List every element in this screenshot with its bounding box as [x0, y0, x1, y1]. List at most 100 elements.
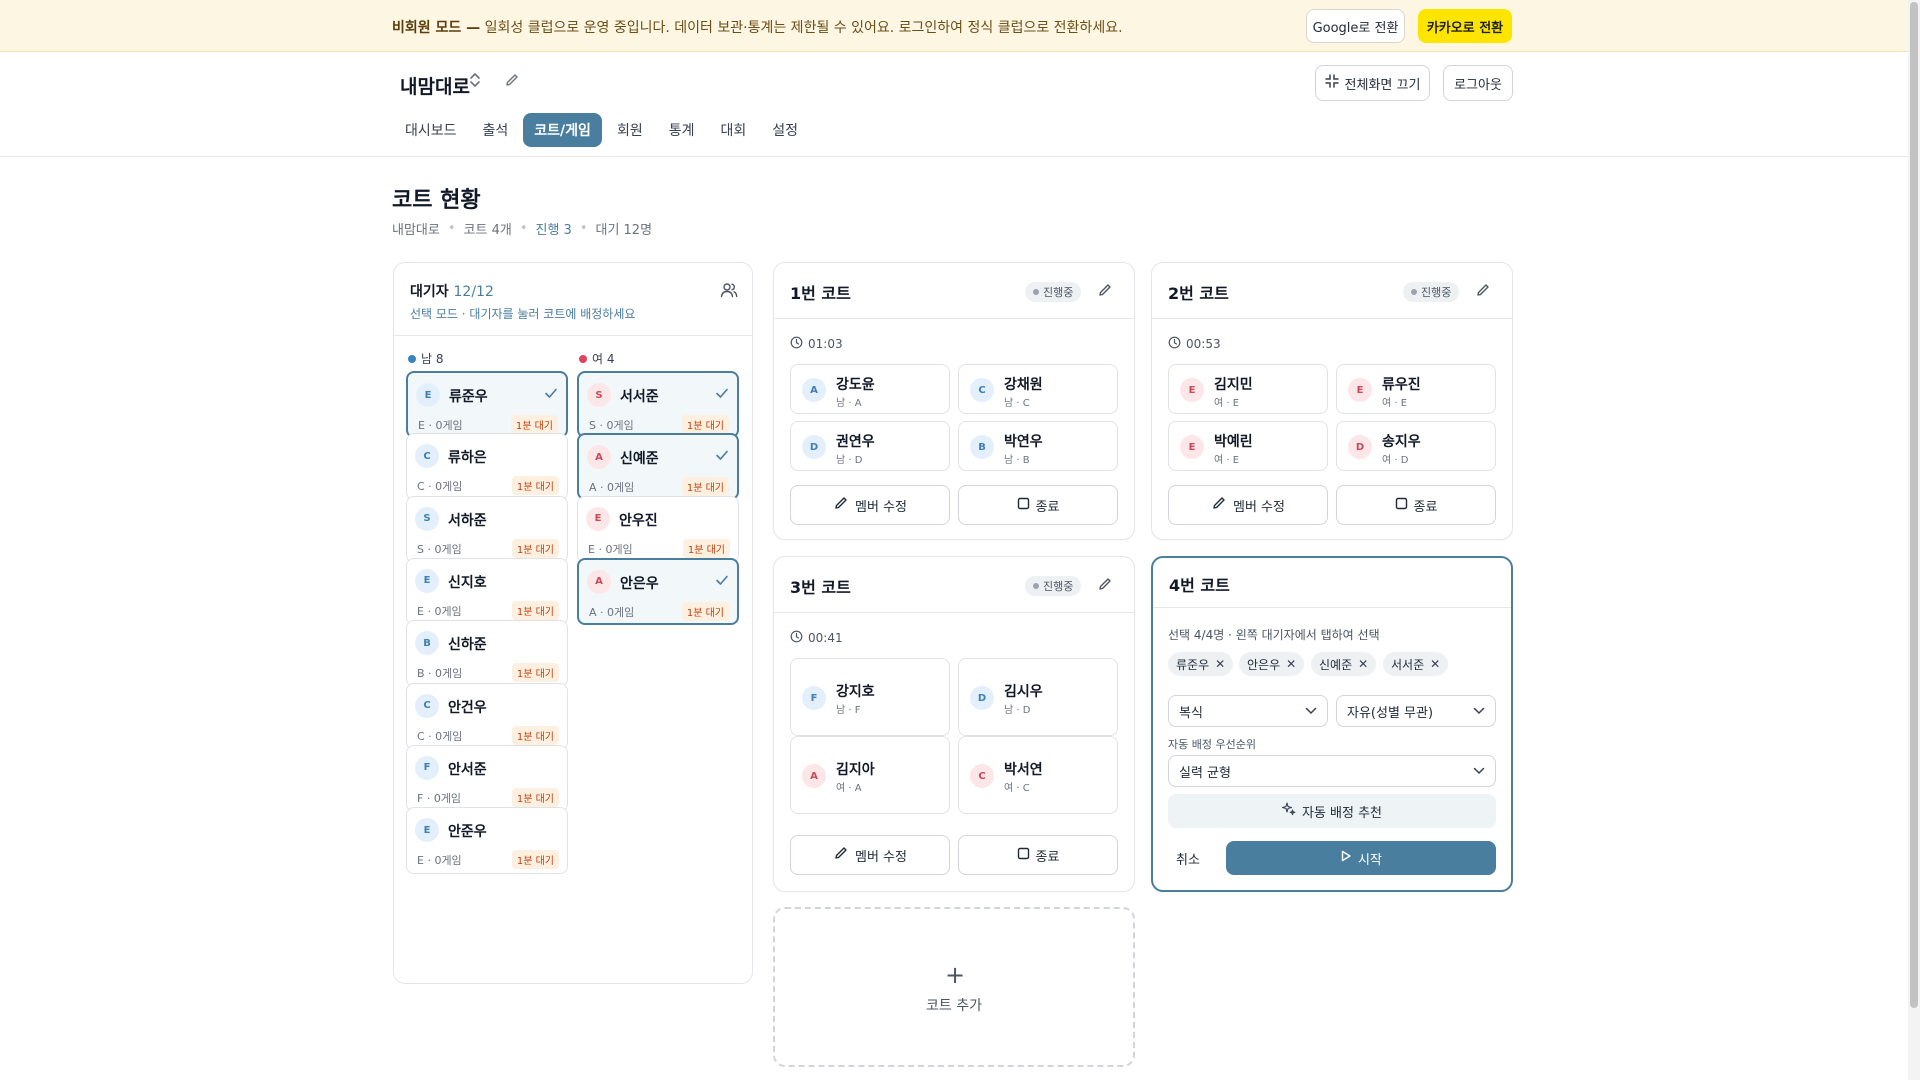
- selected-chip[interactable]: 신예준 ✕: [1311, 652, 1377, 676]
- waiting-player-card[interactable]: A 신예준 A · 0게임 1분 대기: [577, 433, 739, 501]
- end-game-button[interactable]: 종료: [1336, 485, 1496, 525]
- court-player-slot[interactable]: C 강채원 남 · C: [958, 364, 1118, 414]
- summary-waiting: 대기 12명: [595, 223, 653, 238]
- end-game-label: 종료: [1413, 499, 1438, 515]
- tab-courts[interactable]: 코트/게임: [523, 113, 602, 147]
- court-player-slot[interactable]: D 송지우 여 · D: [1336, 421, 1496, 471]
- users-icon[interactable]: [720, 281, 738, 303]
- grade-avatar: B: [970, 435, 994, 459]
- edit-court-icon[interactable]: [1097, 282, 1113, 302]
- chevron-down-icon: [1473, 704, 1485, 719]
- grade-avatar: E: [586, 506, 610, 531]
- court-player-slot[interactable]: F 강지호 남 · F: [790, 658, 950, 736]
- grade-avatar: F: [415, 755, 439, 780]
- waiting-player-card[interactable]: E 안우진 E · 0게임 1분 대기: [577, 495, 739, 563]
- waiting-player-card[interactable]: S 서서준 S · 0게임 1분 대기: [577, 371, 739, 438]
- gender-mode-value: 자유(성별 무관): [1347, 705, 1434, 721]
- court-timer: 00:53: [1168, 336, 1221, 352]
- close-icon[interactable]: ✕: [1286, 657, 1296, 671]
- tab-tournament[interactable]: 대회: [709, 113, 757, 147]
- waiting-player-card[interactable]: A 안은우 A · 0게임 1분 대기: [577, 557, 739, 625]
- waiting-player-card[interactable]: E 신지호 E · 0게임 1분 대기: [406, 557, 568, 625]
- court-player-slot[interactable]: A 김지아 여 · A: [790, 736, 950, 814]
- selected-chip[interactable]: 류준우 ✕: [1168, 652, 1234, 676]
- wait-time-badge: 1분 대기: [511, 787, 559, 807]
- start-game-button[interactable]: 시작: [1226, 841, 1496, 875]
- wait-time-badge: 1분 대기: [510, 415, 558, 434]
- waiting-player-card[interactable]: C 류하은 C · 0게임 1분 대기: [406, 433, 568, 501]
- tab-members[interactable]: 회원: [606, 113, 654, 147]
- court-title: 3번 코트: [790, 578, 851, 597]
- waiting-player-card[interactable]: B 신하준 B · 0게임 1분 대기: [406, 620, 568, 688]
- player-meta: 남 · D: [836, 455, 863, 466]
- game-type-value: 복식: [1179, 705, 1203, 721]
- grade-avatar: A: [587, 445, 611, 470]
- priority-label: 자동 배정 우선순위: [1168, 738, 1256, 751]
- wait-time-badge: 1분 대기: [681, 415, 729, 434]
- edit-members-button[interactable]: 멤버 수정: [790, 835, 950, 875]
- court-player-slot[interactable]: A 강도윤 남 · A: [790, 364, 950, 414]
- court-player-slot[interactable]: E 류우진 여 · E: [1336, 364, 1496, 414]
- waiting-player-card[interactable]: E 안준우 E · 0게임 1분 대기: [406, 807, 568, 875]
- court-player-slot[interactable]: C 박서연 여 · C: [958, 736, 1118, 814]
- close-icon[interactable]: ✕: [1215, 657, 1225, 671]
- priority-value: 실력 균형: [1179, 765, 1231, 781]
- player-name: 서서준: [620, 389, 659, 405]
- game-type-select[interactable]: 복식: [1168, 695, 1328, 727]
- close-icon[interactable]: ✕: [1358, 657, 1368, 671]
- edit-court-icon[interactable]: [1097, 576, 1113, 596]
- court-player-slot[interactable]: D 김시우 남 · D: [958, 658, 1118, 736]
- selected-chip[interactable]: 안은우 ✕: [1239, 652, 1305, 676]
- court-title: 4번 코트: [1169, 576, 1230, 595]
- scrollbar-thumb[interactable]: [1910, 2, 1918, 1008]
- add-court-button[interactable]: + 코트 추가: [773, 907, 1135, 1067]
- end-game-button[interactable]: 종료: [958, 835, 1118, 875]
- court-header: 2번 코트 진행중: [1152, 263, 1512, 319]
- tab-attendance[interactable]: 출석: [472, 113, 520, 147]
- player-meta: 여 · E: [1214, 455, 1240, 466]
- gender-mode-select[interactable]: 자유(성별 무관): [1336, 695, 1496, 727]
- player-meta: 여 · C: [1004, 783, 1030, 794]
- court-player-slot[interactable]: E 박예린 여 · E: [1168, 421, 1328, 471]
- page-scrollbar[interactable]: [1908, 0, 1920, 1080]
- wait-time-badge: 1분 대기: [511, 476, 559, 496]
- logout-button[interactable]: 로그아웃: [1443, 65, 1513, 101]
- court-header: 3번 코트 진행중: [774, 557, 1134, 613]
- tab-stats[interactable]: 통계: [658, 113, 706, 147]
- chip-label: 안은우: [1247, 657, 1281, 672]
- priority-select[interactable]: 실력 균형: [1168, 755, 1496, 787]
- waiting-player-card[interactable]: S 서하준 S · 0게임 1분 대기: [406, 495, 568, 563]
- court-summary: 내맘대로 • 코트 4개 • 진행 3 • 대기 12명: [392, 219, 652, 238]
- club-switch-icon[interactable]: [469, 72, 481, 92]
- cancel-button[interactable]: 취소: [1168, 841, 1208, 875]
- exit-fullscreen-button[interactable]: 전체화면 끄기: [1315, 65, 1430, 101]
- selected-chip[interactable]: 서서준 ✕: [1383, 652, 1449, 676]
- switch-google-button[interactable]: Google로 전환: [1306, 9, 1405, 43]
- tab-dashboard[interactable]: 대시보드: [394, 113, 468, 147]
- player-meta: 남 · D: [1004, 705, 1031, 716]
- court-card-3: 3번 코트 진행중 00:41 F 강지호 남 · F D 김시우 남 · D A 김지아 여 · A…: [773, 556, 1135, 892]
- wait-time-badge: 1분 대기: [511, 850, 559, 870]
- edit-club-name-icon[interactable]: [504, 72, 520, 92]
- tab-settings[interactable]: 설정: [761, 113, 809, 147]
- court-player-slot[interactable]: B 박연우 남 · B: [958, 421, 1118, 471]
- add-court-label: 코트 추가: [926, 998, 982, 1014]
- auto-assign-button[interactable]: 자동 배정 추천: [1168, 794, 1496, 828]
- switch-kakao-button[interactable]: 카카오로 전환: [1418, 9, 1512, 43]
- court-player-slot[interactable]: E 김지민 여 · E: [1168, 364, 1328, 414]
- court-title: 2번 코트: [1168, 284, 1229, 303]
- waiting-player-card[interactable]: C 안건우 C · 0게임 1분 대기: [406, 682, 568, 750]
- edit-court-icon[interactable]: [1475, 282, 1491, 302]
- close-icon[interactable]: ✕: [1430, 657, 1440, 671]
- court-player-slot[interactable]: D 권연우 남 · D: [790, 421, 950, 471]
- edit-members-label: 멤버 수정: [1233, 499, 1285, 515]
- player-meta: 남 · F: [836, 705, 861, 716]
- edit-members-button[interactable]: 멤버 수정: [790, 485, 950, 525]
- waiting-player-card[interactable]: E 류준우 E · 0게임 1분 대기: [406, 371, 568, 438]
- edit-members-button[interactable]: 멤버 수정: [1168, 485, 1328, 525]
- player-name: 권연우: [836, 434, 875, 450]
- waiting-player-card[interactable]: F 안서준 F · 0게임 1분 대기: [406, 744, 568, 812]
- pencil-icon: [1211, 495, 1227, 515]
- end-game-button[interactable]: 종료: [958, 485, 1118, 525]
- grade-avatar: S: [415, 506, 439, 531]
